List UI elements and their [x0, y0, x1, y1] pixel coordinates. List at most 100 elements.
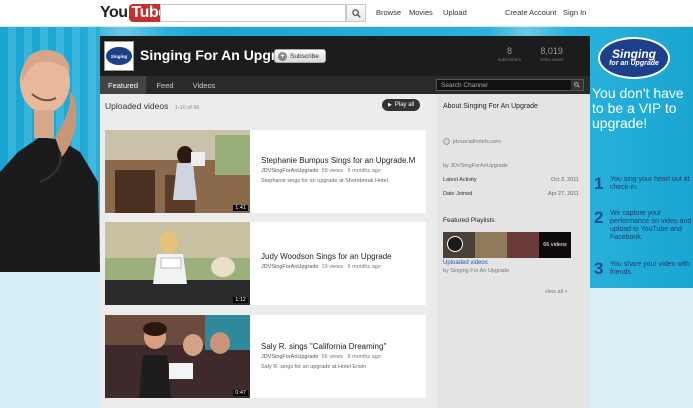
- video-user[interactable]: JDVSingForAnUpgrade: [261, 354, 318, 360]
- video-age: 9 months ago: [347, 168, 381, 174]
- about-panel: About Singing For An Upgrade jdvsocialho…: [437, 94, 590, 408]
- search-input[interactable]: [160, 4, 346, 22]
- tab-videos[interactable]: Videos: [184, 76, 224, 94]
- date-joined-label: Date Joined: [443, 191, 473, 197]
- views-label: video views: [540, 57, 564, 62]
- views-count: 8,019: [540, 46, 563, 56]
- subscribe-button[interactable]: + Subscribe: [274, 49, 326, 63]
- video-age: 9 months ago: [347, 354, 381, 360]
- promo-step-text: We capture your performance on video and…: [610, 210, 692, 241]
- website-link[interactable]: jdvsocialhotels.com: [443, 138, 501, 145]
- featured-playlists-title: Featured Playlists: [443, 217, 495, 224]
- promo-banner[interactable]: Singing for an Upgrade You don't have to…: [590, 27, 693, 408]
- date-joined-value: Apr 27, 2011: [547, 191, 579, 197]
- about-title: About Singing For An Upgrade: [443, 103, 538, 110]
- promo-logo-line2: for an Upgrade: [609, 60, 659, 67]
- channel-search-input[interactable]: Search Channel: [436, 79, 584, 91]
- tab-feed[interactable]: Feed: [146, 76, 184, 94]
- playlist-name-link[interactable]: Uploaded videos: [443, 260, 488, 266]
- uploaded-videos-panel: Uploaded videos 1-10 of 66 ▶ Play all 1:…: [100, 94, 433, 408]
- channel-header: Singing Singing For An Upgrade + Subscri…: [100, 36, 590, 76]
- uploaded-videos-count: 1-10 of 66: [174, 105, 200, 111]
- playlist-count: 66 videos: [539, 232, 571, 258]
- view-all-link[interactable]: view all »: [545, 289, 568, 295]
- video-title[interactable]: Judy Woodson Sings for an Upgrade: [261, 252, 421, 261]
- subscribe-label: Subscribe: [290, 52, 319, 60]
- masthead: You Tube Browse Movies Upload Create Acc…: [0, 0, 693, 27]
- promo-bottom-panel: [590, 288, 693, 408]
- sign-in-link[interactable]: Sign In: [563, 8, 586, 17]
- latest-activity-label: Latest Activity: [443, 177, 477, 183]
- video-duration: 1:41: [233, 205, 248, 211]
- subscribers-label: subscribers: [498, 57, 522, 62]
- video-views: 56 views: [321, 354, 343, 360]
- play-icon: ▶: [388, 102, 392, 108]
- promo-headline: You don't have to be a VIP to upgrade!: [592, 85, 684, 131]
- promo-step-number: 3: [594, 259, 604, 278]
- video-description: Stephanie sings for an upgrade at Shoreb…: [261, 178, 390, 184]
- video-views: 59 views: [321, 168, 343, 174]
- playlist-thumbnail[interactable]: 66 videos: [443, 232, 571, 258]
- promo-logo-line1: Singing: [612, 47, 656, 61]
- latest-activity-row: Latest Activity Oct 3, 2011: [443, 177, 579, 183]
- promo-step-text: You sing your heart out at check-in.: [610, 176, 690, 191]
- video-item[interactable]: 1:41 Stephanie Bumpus Sings for an Upgra…: [105, 130, 426, 213]
- video-meta: JDVSingForAnUpgrade 59 views 9 months ag…: [261, 168, 381, 174]
- video-views: 19 views: [321, 264, 343, 270]
- video-meta: JDVSingForAnUpgrade 19 views 9 months ag…: [261, 264, 381, 270]
- video-age: 9 months ago: [347, 264, 381, 270]
- create-account-link[interactable]: Create Account: [505, 8, 556, 17]
- video-item[interactable]: 1:12 Judy Woodson Sings for an Upgrade J…: [105, 222, 426, 305]
- promo-step-number: 1: [594, 174, 604, 193]
- tab-featured[interactable]: Featured: [100, 76, 146, 94]
- play-icon: [447, 236, 463, 252]
- playlist-thumb-3: [507, 232, 539, 258]
- uploaded-videos-heading: Uploaded videos 1-10 of 66: [105, 101, 199, 111]
- video-title[interactable]: Stephanie Bumpus Sings for an Upgrade.M: [261, 156, 421, 165]
- video-thumbnail[interactable]: 1:12: [105, 222, 250, 305]
- promo-step: 1 You sing your heart out at check-in.: [592, 174, 692, 206]
- nav-browse[interactable]: Browse: [376, 8, 401, 17]
- play-all-label: Play all: [394, 102, 415, 108]
- channel-search-placeholder: Search Channel: [441, 81, 488, 89]
- website-link-text: jdvsocialhotels.com: [453, 138, 501, 145]
- promo-step: 3 You share your video with friends.: [592, 259, 692, 283]
- logo-you-text: You: [100, 4, 128, 21]
- channel-container: Singing Singing For An Upgrade + Subscri…: [100, 36, 590, 408]
- video-user[interactable]: JDVSingForAnUpgrade: [261, 264, 318, 270]
- search-button[interactable]: [346, 4, 366, 22]
- video-user[interactable]: JDVSingForAnUpgrade: [261, 168, 318, 174]
- playlist-thumb-2: [475, 232, 507, 258]
- uploaded-videos-title: Uploaded videos: [105, 101, 169, 111]
- video-meta: JDVSingForAnUpgrade 56 views 9 months ag…: [261, 354, 381, 360]
- video-thumbnail[interactable]: 1:41: [105, 130, 250, 213]
- video-title[interactable]: Saly R. sings "California Dreaming": [261, 342, 421, 351]
- plus-icon: +: [278, 51, 287, 61]
- promo-step-text: You share your video with friends.: [610, 261, 690, 276]
- channel-avatar[interactable]: Singing: [104, 41, 134, 71]
- promo-step: 2 We capture your performance on video a…: [592, 208, 692, 256]
- about-by: by JDVSingForAnUpgrade: [443, 163, 508, 169]
- channel-avatar-logo: Singing: [106, 47, 132, 65]
- video-description: Saly R. sings for an upgrade at Hotel Er…: [261, 364, 367, 370]
- video-thumbnail[interactable]: 0:47: [105, 315, 250, 398]
- latest-activity-value: Oct 3, 2011: [550, 177, 579, 183]
- play-all-button[interactable]: ▶ Play all: [382, 99, 421, 111]
- nav-upload[interactable]: Upload: [443, 8, 467, 17]
- promo-logo: Singing for an Upgrade: [598, 37, 670, 79]
- promo-step-number: 2: [594, 208, 604, 227]
- video-item[interactable]: 0:47 Saly R. sings "California Dreaming"…: [105, 315, 426, 398]
- subscribers-stat: 8 subscribers: [498, 46, 521, 62]
- video-thumbnail-image: [105, 222, 250, 305]
- video-thumbnail-image: [105, 130, 250, 213]
- views-stat: 8,019 video views: [540, 46, 563, 62]
- video-duration: 0:47: [233, 390, 248, 396]
- channel-search-button[interactable]: [571, 80, 583, 90]
- search-icon: [351, 8, 361, 18]
- nav-movies[interactable]: Movies: [409, 8, 433, 17]
- video-duration: 1:12: [233, 297, 248, 303]
- search-icon: [574, 82, 580, 88]
- video-thumbnail-image: [105, 315, 250, 398]
- date-joined-row: Date Joined Apr 27, 2011: [443, 191, 579, 197]
- singer-figure-image: [0, 50, 100, 272]
